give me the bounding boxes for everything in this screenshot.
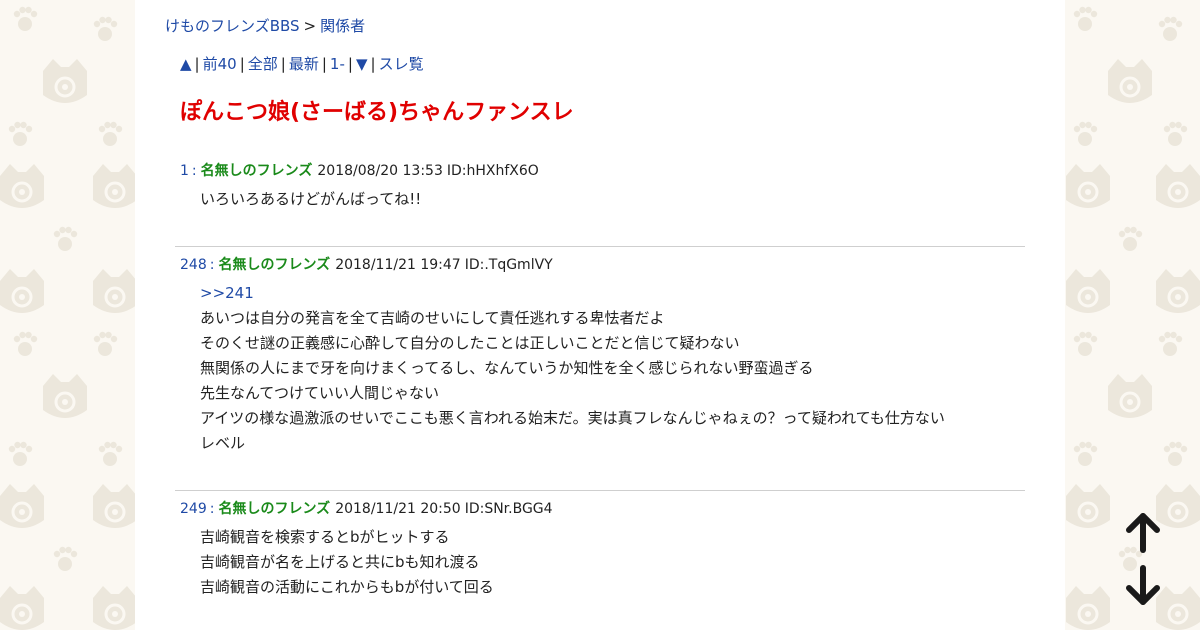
- nav-latest-link[interactable]: 最新: [289, 55, 319, 73]
- breadcrumb: けものフレンズBBS > 関係者: [165, 16, 365, 36]
- arrow-up-icon: [1126, 513, 1160, 553]
- post-text-line: レベル: [200, 434, 246, 452]
- post-text-line: 吉崎観音が名を上げると共にbも知れ渡る: [200, 553, 480, 571]
- post-colon: :: [209, 257, 215, 273]
- post-number-link[interactable]: 249: [180, 501, 207, 517]
- arrow-down-icon: [1126, 565, 1160, 605]
- poster-id: ID:SNr.BGG4: [464, 501, 553, 517]
- post-text-line: 吉崎観音の活動にこれからもbが付いて回る: [200, 578, 494, 596]
- post-divider: [175, 246, 1025, 247]
- post-text-line: 先生なんてつけていい人間じゃない: [200, 384, 439, 402]
- main-content: けものフレンズBBS > 関係者 ▲ | 前40 | 全部 | 最新 | 1- | ▼ | スレ覧 ぽんこつ…: [135, 0, 1065, 630]
- nav-prev40-link[interactable]: 前40: [203, 55, 237, 73]
- post-text-line: 吉崎観音を検索するとbがヒットする: [200, 528, 450, 546]
- pattern-left: [0, 6, 139, 630]
- thread-nav: ▲ | 前40 | 全部 | 最新 | 1- | ▼ | スレ覧: [180, 54, 424, 74]
- nav-down-link[interactable]: ▼: [356, 55, 368, 73]
- nav-separator: |: [321, 55, 327, 73]
- post-text-line: そのくせ謎の正義感に心酔して自分のしたことは正しいことだと信じて疑わない: [200, 334, 740, 352]
- nav-separator: |: [239, 55, 245, 73]
- post: 248: 名無しのフレンズ 2018/11/21 19:47 ID:.TqGmlVY …: [175, 255, 1025, 465]
- post-number-link[interactable]: 1: [180, 163, 189, 179]
- post-date: 2018/11/21 20:50: [335, 501, 461, 517]
- post-body: いろいろあるけどがんばってね!!: [200, 187, 421, 212]
- nav-separator: |: [280, 55, 286, 73]
- post: 1: 名無しのフレンズ 2018/08/20 13:53 ID:hHXhfX6O いろ…: [175, 161, 1025, 221]
- scroll-to-bottom-button[interactable]: [1120, 562, 1166, 608]
- poster-name: 名無しのフレンズ: [218, 501, 331, 517]
- post-body: 吉崎観音を検索するとbがヒットする 吉崎観音が名を上げると共にbも知れ渡る 吉崎…: [200, 525, 494, 600]
- nav-thread-list-link[interactable]: スレ覧: [379, 55, 424, 73]
- breadcrumb-category-link[interactable]: 関係者: [320, 17, 365, 35]
- nav-up-link[interactable]: ▲: [180, 55, 192, 73]
- post-date: 2018/11/21 19:47: [335, 257, 461, 273]
- post-date: 2018/08/20 13:53: [317, 163, 443, 179]
- post-text-line: アイツの様な過激派のせいでここも悪く言われる始末だ。実は真フレなんじゃねぇの？っ…: [200, 409, 945, 427]
- post-header: 1: 名無しのフレンズ 2018/08/20 13:53 ID:hHXhfX6O: [180, 161, 539, 181]
- scroll-to-top-button[interactable]: [1120, 510, 1166, 556]
- post-header: 248: 名無しのフレンズ 2018/11/21 19:47 ID:.TqGmlVY: [180, 255, 553, 275]
- post-text-line: あいつは自分の発言を全て吉崎のせいにして責任逃れする卑怯者だよ: [200, 309, 665, 327]
- post-colon: :: [209, 501, 215, 517]
- poster-name: 名無しのフレンズ: [200, 163, 313, 179]
- nav-separator: |: [347, 55, 353, 73]
- poster-id: ID:hHXhfX6O: [446, 163, 539, 179]
- breadcrumb-separator: >: [303, 17, 317, 35]
- post-header: 249: 名無しのフレンズ 2018/11/21 20:50 ID:SNr.BGG4: [180, 499, 553, 519]
- post-colon: :: [191, 163, 197, 179]
- nav-first-link[interactable]: 1-: [330, 55, 345, 73]
- nav-separator: |: [370, 55, 376, 73]
- nav-separator: |: [194, 55, 200, 73]
- post-divider: [175, 490, 1025, 491]
- nav-all-link[interactable]: 全部: [248, 55, 278, 73]
- post-body: >>241 あいつは自分の発言を全て吉崎のせいにして責任逃れする卑怯者だよ その…: [200, 281, 945, 456]
- breadcrumb-board-link[interactable]: けものフレンズBBS: [165, 17, 300, 35]
- thread-title: ぽんこつ娘(さーばる)ちゃんファンスレ: [180, 100, 574, 125]
- post-text-line: いろいろあるけどがんばってね!!: [200, 190, 422, 208]
- poster-id: ID:.TqGmlVY: [464, 257, 553, 273]
- reply-anchor-link[interactable]: >>241: [200, 281, 945, 306]
- post-number-link[interactable]: 248: [180, 257, 207, 273]
- post: 249: 名無しのフレンズ 2018/11/21 20:50 ID:SNr.BGG4 …: [175, 499, 1025, 609]
- post-text-line: 無関係の人にまで牙を向けまくってるし、なんていうか知性を全く感じられない野蛮過ぎ…: [200, 359, 814, 377]
- poster-name: 名無しのフレンズ: [218, 257, 331, 273]
